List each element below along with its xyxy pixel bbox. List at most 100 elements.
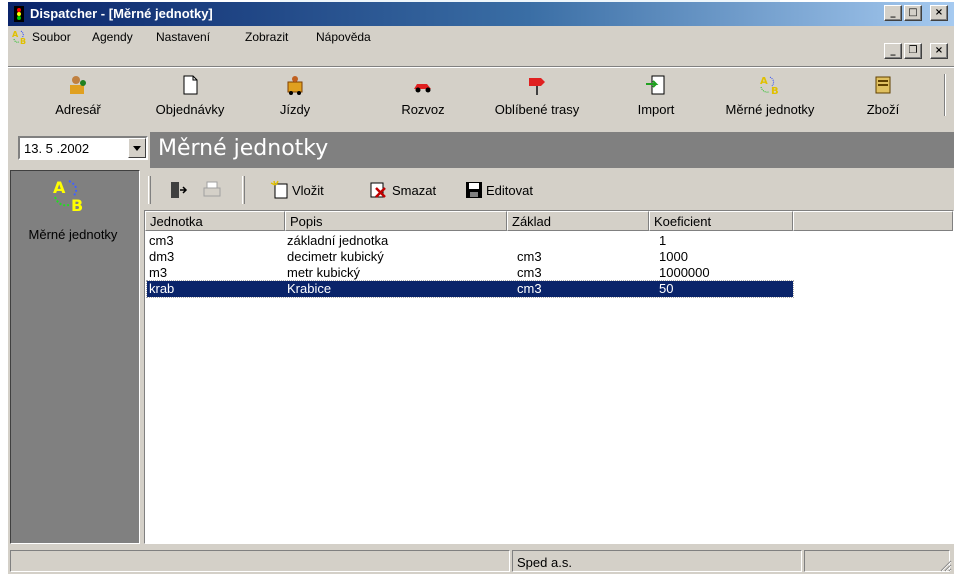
toolbar-jizdy-button[interactable]: Jízdy — [270, 54, 320, 128]
toolbar-label: Adresář — [55, 102, 101, 117]
agenda-sidebar: A B Měrné jednotky — [10, 170, 140, 544]
window-title: Dispatcher - [Měrné jednotky] — [30, 6, 213, 21]
status-pane-right — [804, 550, 950, 572]
cell-koeficient: 1 — [659, 233, 667, 248]
toolbar-label: Objednávky — [155, 102, 225, 117]
cell-jednotka: dm3 — [149, 249, 175, 264]
resize-grip-icon[interactable] — [938, 558, 952, 572]
toolbar-merne-jednotky-button[interactable]: A B Měrné jednotky — [710, 54, 830, 128]
toolbar-rozvoz-button[interactable]: Rozvoz — [388, 54, 458, 128]
toolbar-adresar-button[interactable]: Adresář — [38, 54, 118, 128]
cell-zaklad: cm3 — [517, 281, 542, 296]
svg-text:B: B — [771, 86, 779, 96]
maximize-button[interactable]: □ — [904, 5, 922, 21]
delete-document-icon — [370, 182, 386, 198]
exit-door-icon — [171, 182, 188, 198]
cell-popis: základní jednotka — [287, 233, 389, 248]
menu-napoveda[interactable]: Nápověda — [316, 30, 371, 44]
cell-koeficient: 50 — [659, 281, 674, 296]
svg-text:B: B — [20, 37, 26, 45]
toolbar-label: Import — [637, 102, 675, 117]
table-row-selected[interactable]: krab Krabice cm3 50 — [146, 280, 794, 298]
svg-text:A: A — [53, 178, 66, 197]
minimize-button[interactable]: _ — [884, 5, 902, 21]
cell-koeficient: 1000 — [659, 249, 688, 264]
edit-label: Editovat — [486, 183, 533, 198]
column-header-koeficient[interactable]: Koeficient — [649, 211, 793, 231]
column-header-zaklad[interactable]: Základ — [507, 211, 649, 231]
toolbar-oblibene-trasy-button[interactable]: Oblíbené trasy — [482, 54, 592, 128]
print-button[interactable] — [202, 180, 224, 202]
insert-label: Vložit — [292, 183, 324, 198]
cell-jednotka: krab — [149, 281, 175, 296]
page-header: Měrné jednotky — [150, 132, 954, 168]
date-value: 13. 5 .2002 — [24, 141, 90, 156]
svg-text:B: B — [71, 196, 83, 213]
mdi-close-button[interactable]: × — [930, 43, 948, 59]
column-header-empty — [793, 211, 953, 231]
toolbar-objednavky-button[interactable]: Objednávky — [140, 54, 240, 128]
toolbar-separator — [242, 176, 245, 204]
document-icon — [183, 75, 198, 95]
page-title: Měrné jednotky — [158, 136, 329, 161]
toolbar-label: Jízdy — [279, 102, 311, 117]
goods-icon — [875, 76, 891, 94]
truck-driver-icon — [287, 76, 303, 95]
units-table[interactable]: Jednotka Popis Základ Koeficient cm3 zák… — [144, 210, 954, 544]
menu-nastaveni[interactable]: Nastavení — [156, 30, 210, 44]
main-window: Dispatcher - [Měrné jednotky] _ □ × A B … — [8, 2, 954, 574]
delete-label: Smazat — [392, 183, 437, 198]
units-ab-icon: A B — [760, 76, 779, 96]
table-row[interactable]: m3 metr kubický cm3 1000000 — [147, 265, 793, 281]
column-header-jednotka[interactable]: Jednotka — [145, 211, 285, 231]
delete-button[interactable]: Smazat — [368, 180, 458, 202]
svg-text:A: A — [12, 30, 19, 39]
insert-button[interactable]: Vložit — [270, 180, 344, 202]
address-book-icon — [70, 76, 86, 94]
car-icon — [414, 84, 431, 93]
content-toolbar: Vložit Smazat Editovat — [144, 174, 954, 208]
cell-koeficient: 1000000 — [659, 265, 710, 280]
floppy-disk-icon — [466, 182, 482, 198]
units-ab-icon: A B — [12, 30, 26, 45]
close-button[interactable]: × — [930, 5, 948, 21]
table-row[interactable]: cm3 základní jednotka 1 — [147, 233, 793, 249]
toolbar-zbozi-button[interactable]: Zboží — [856, 54, 910, 128]
import-icon — [646, 75, 665, 95]
cell-popis: decimetr kubický — [287, 249, 384, 264]
printer-icon — [203, 181, 221, 197]
cell-jednotka: m3 — [149, 265, 168, 280]
title-bar[interactable]: Dispatcher - [Měrné jednotky] _ □ × — [8, 2, 954, 26]
cell-popis: Krabice — [287, 281, 332, 296]
column-header-popis[interactable]: Popis — [285, 211, 507, 231]
menu-zobrazit[interactable]: Zobrazit — [245, 30, 288, 44]
traffic-light-icon — [14, 6, 24, 22]
toolbar-end-separator — [944, 74, 946, 116]
date-picker[interactable]: 13. 5 .2002 — [18, 136, 148, 160]
toolbar-label: Měrné jednotky — [725, 102, 815, 117]
units-ab-icon: A B — [53, 178, 83, 213]
chevron-down-icon[interactable] — [128, 138, 146, 158]
cell-zaklad: cm3 — [517, 249, 542, 264]
toolbar-label: Rozvoz — [401, 102, 445, 117]
table-row[interactable]: dm3 decimetr kubický cm3 1000 — [147, 249, 793, 265]
status-pane-left — [10, 550, 510, 572]
toolbar-label: Zboží — [866, 102, 900, 117]
toolbar-import-button[interactable]: Import — [628, 54, 684, 128]
toolbar-label: Oblíbené trasy — [494, 102, 580, 117]
cell-jednotka: cm3 — [149, 233, 174, 248]
status-pane-company: Sped a.s. — [512, 550, 802, 572]
menu-bar: A B Soubor Agendy Nastavení Zobrazit Náp… — [8, 26, 954, 48]
exit-button[interactable] — [168, 180, 190, 202]
menu-agendy[interactable]: Agendy — [92, 30, 133, 44]
route-sign-icon — [529, 78, 545, 95]
cell-popis: metr kubický — [287, 265, 360, 280]
new-document-icon — [270, 180, 288, 199]
status-bar: Sped a.s. — [8, 548, 954, 574]
cell-zaklad: cm3 — [517, 265, 542, 280]
toolbar-grip — [148, 176, 151, 204]
sidebar-item-label: Měrné jednotky — [28, 227, 118, 242]
menu-soubor[interactable]: Soubor — [32, 30, 71, 44]
svg-text:A: A — [760, 76, 768, 87]
edit-button[interactable]: Editovat — [464, 180, 554, 202]
